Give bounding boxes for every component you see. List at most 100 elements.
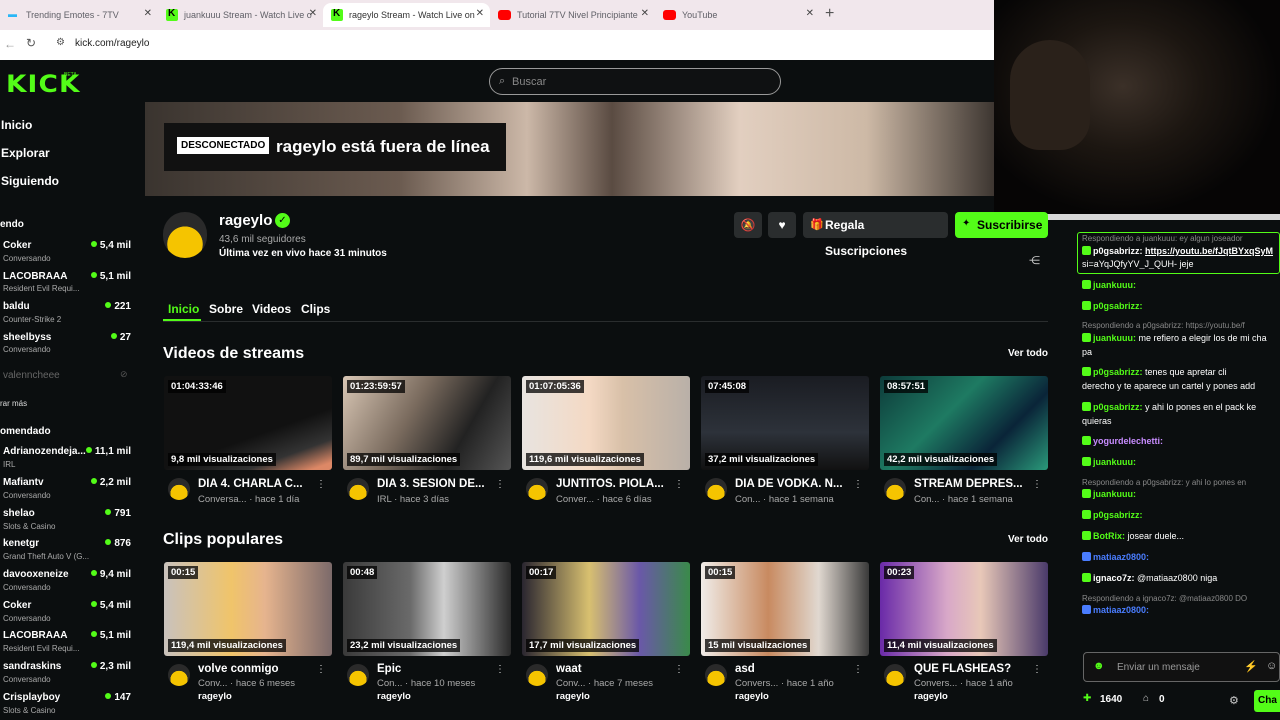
- stream-thumbnail[interactable]: 01:23:59:57 89,7 mil visualizaciones: [343, 376, 511, 470]
- more-options-icon[interactable]: ⋮: [495, 479, 505, 490]
- clip-title[interactable]: asd: [735, 663, 843, 675]
- card-avatar[interactable]: [705, 478, 727, 500]
- clip-thumbnail[interactable]: 00:17 17,7 mil visualizaciones: [522, 562, 690, 656]
- clips-see-all-link[interactable]: Ver todo: [1008, 534, 1048, 545]
- chat-username[interactable]: p0gsabrizz:: [1093, 367, 1143, 377]
- emoji-icon[interactable]: ☺: [1266, 660, 1277, 672]
- chat-username[interactable]: juankuuu:: [1093, 457, 1136, 467]
- more-options-icon[interactable]: ⋮: [853, 479, 863, 490]
- close-tab-icon[interactable]: ✕: [806, 8, 814, 19]
- card-category[interactable]: Con...: [914, 494, 939, 505]
- new-tab-icon[interactable]: +: [825, 5, 834, 23]
- clip-creator[interactable]: rageylo: [198, 691, 232, 702]
- clip-thumbnail[interactable]: 00:23 11,4 mil visualizaciones: [880, 562, 1048, 656]
- sidebar-nav-inicio[interactable]: Inicio: [1, 118, 32, 132]
- card-avatar[interactable]: [168, 664, 190, 686]
- sidebar-nav-explorar[interactable]: Explorar: [1, 146, 50, 160]
- card-avatar[interactable]: [705, 664, 727, 686]
- shop-icon[interactable]: ⌂: [1143, 693, 1149, 704]
- tab-clips[interactable]: Clips: [301, 302, 330, 316]
- more-options-icon[interactable]: ⋮: [316, 479, 326, 490]
- card-title[interactable]: JUNTITOS. PIOLA...: [556, 478, 664, 490]
- card-title[interactable]: STREAM DEPRES...: [914, 478, 1022, 490]
- clip-title[interactable]: QUE FLASHEAS?: [914, 663, 1022, 675]
- stream-thumbnail[interactable]: 01:07:05:36 119,6 mil visualizaciones: [522, 376, 690, 470]
- clip-creator[interactable]: rageylo: [914, 691, 948, 702]
- streams-see-all-link[interactable]: Ver todo: [1008, 348, 1048, 359]
- channel-avatar[interactable]: [163, 212, 207, 258]
- clip-thumbnail[interactable]: 00:15 15 mil visualizaciones: [701, 562, 869, 656]
- card-avatar[interactable]: [526, 664, 548, 686]
- browser-tab[interactable]: YouTube ✕: [655, 3, 820, 27]
- close-tab-icon[interactable]: ✕: [476, 8, 484, 19]
- chat-username[interactable]: p0gsabrizz:: [1093, 301, 1143, 311]
- card-title[interactable]: DIA 3. SESION DE...: [377, 478, 485, 490]
- tab-sobre[interactable]: Sobre: [209, 302, 243, 316]
- gift-subscriptions-button[interactable]: Regala Suscripciones: [803, 212, 948, 258]
- follow-heart-icon[interactable]: ♥: [768, 212, 796, 238]
- clip-creator[interactable]: rageylo: [377, 691, 411, 702]
- tab-inicio[interactable]: Inicio: [168, 302, 199, 316]
- close-tab-icon[interactable]: ✕: [309, 8, 317, 19]
- browser-tab-active[interactable]: rageylo Stream - Watch Live on ✕: [323, 3, 490, 27]
- clip-title[interactable]: volve conmigo: [198, 663, 306, 675]
- chat-username[interactable]: p0gsabrizz:: [1093, 246, 1143, 256]
- browser-tab[interactable]: juankuuu Stream - Watch Live o ✕: [158, 3, 323, 27]
- site-info-icon[interactable]: ⚙: [56, 37, 65, 48]
- chat-username[interactable]: matiaaz0800:: [1093, 605, 1149, 615]
- chat-username[interactable]: juankuuu:: [1093, 280, 1136, 290]
- clip-title[interactable]: Epic: [377, 663, 485, 675]
- stream-thumbnail[interactable]: 07:45:08 37,2 mil visualizaciones: [701, 376, 869, 470]
- chat-settings-icon[interactable]: ⚙: [1229, 694, 1239, 707]
- chat-username[interactable]: p0gsabrizz:: [1093, 510, 1143, 520]
- clip-thumbnail[interactable]: 00:48 23,2 mil visualizaciones: [343, 562, 511, 656]
- clip-creator[interactable]: rageylo: [556, 691, 590, 702]
- emote-icon[interactable]: ☻: [1093, 660, 1105, 672]
- more-options-icon[interactable]: ⋮: [1032, 479, 1042, 490]
- clip-title[interactable]: waat: [556, 663, 664, 675]
- notifications-off-icon[interactable]: 🔕: [734, 212, 762, 238]
- card-avatar[interactable]: [168, 478, 190, 500]
- sidebar-channel-name-offline[interactable]: valenncheee: [3, 370, 89, 381]
- card-category[interactable]: Conv...: [198, 678, 227, 689]
- share-icon[interactable]: ⋲: [1029, 254, 1040, 267]
- card-category[interactable]: Convers...: [914, 678, 957, 689]
- clip-creator[interactable]: rageylo: [735, 691, 769, 702]
- card-category[interactable]: Conversa...: [198, 494, 247, 505]
- card-title[interactable]: DIA 4. CHARLA C...: [198, 478, 306, 490]
- tab-videos[interactable]: Videos: [252, 302, 291, 316]
- more-options-icon[interactable]: ⋮: [495, 664, 505, 675]
- sidebar-nav-siguiendo[interactable]: Siguiendo: [1, 174, 59, 188]
- chat-username[interactable]: matiaaz0800:: [1093, 552, 1149, 562]
- card-avatar[interactable]: [347, 664, 369, 686]
- back-arrow-icon[interactable]: ←: [4, 37, 16, 51]
- card-category[interactable]: Con...: [735, 494, 760, 505]
- url-field[interactable]: kick.com/rageylo: [75, 38, 149, 49]
- card-category[interactable]: Convers...: [735, 678, 778, 689]
- clip-thumbnail[interactable]: 00:15 119,4 mil visualizaciones: [164, 562, 332, 656]
- card-category[interactable]: Conver...: [556, 494, 594, 505]
- card-category[interactable]: IRL: [377, 494, 391, 505]
- chat-send-button[interactable]: Cha: [1254, 690, 1280, 712]
- browser-tab[interactable]: Tutorial 7TV Nivel Principiante ✕: [490, 3, 655, 27]
- card-avatar[interactable]: [884, 664, 906, 686]
- card-category[interactable]: Con...: [377, 678, 402, 689]
- card-title[interactable]: DIA DE VODKA. N...: [735, 478, 843, 490]
- more-options-icon[interactable]: ⋮: [674, 664, 684, 675]
- show-more-link[interactable]: rar más: [0, 399, 27, 408]
- more-options-icon[interactable]: ⋮: [1032, 664, 1042, 675]
- more-options-icon[interactable]: ⋮: [674, 479, 684, 490]
- more-options-icon[interactable]: ⋮: [316, 664, 326, 675]
- reload-icon[interactable]: ↻: [26, 36, 36, 50]
- chat-username[interactable]: ignaco7z:: [1093, 573, 1135, 583]
- card-avatar[interactable]: [884, 478, 906, 500]
- chat-username[interactable]: p0gsabrizz:: [1093, 402, 1143, 412]
- card-avatar[interactable]: [347, 478, 369, 500]
- chat-username[interactable]: yogurdelechetti:: [1093, 436, 1163, 446]
- browser-tab[interactable]: ▬ Trending Emotes - 7TV ✕: [0, 3, 158, 27]
- more-options-icon[interactable]: ⋮: [853, 664, 863, 675]
- chat-username[interactable]: juankuuu:: [1093, 333, 1136, 343]
- close-tab-icon[interactable]: ✕: [144, 8, 152, 19]
- chat-username[interactable]: juankuuu:: [1093, 489, 1136, 499]
- stream-thumbnail[interactable]: 01:04:33:46 9,8 mil visualizaciones: [164, 376, 332, 470]
